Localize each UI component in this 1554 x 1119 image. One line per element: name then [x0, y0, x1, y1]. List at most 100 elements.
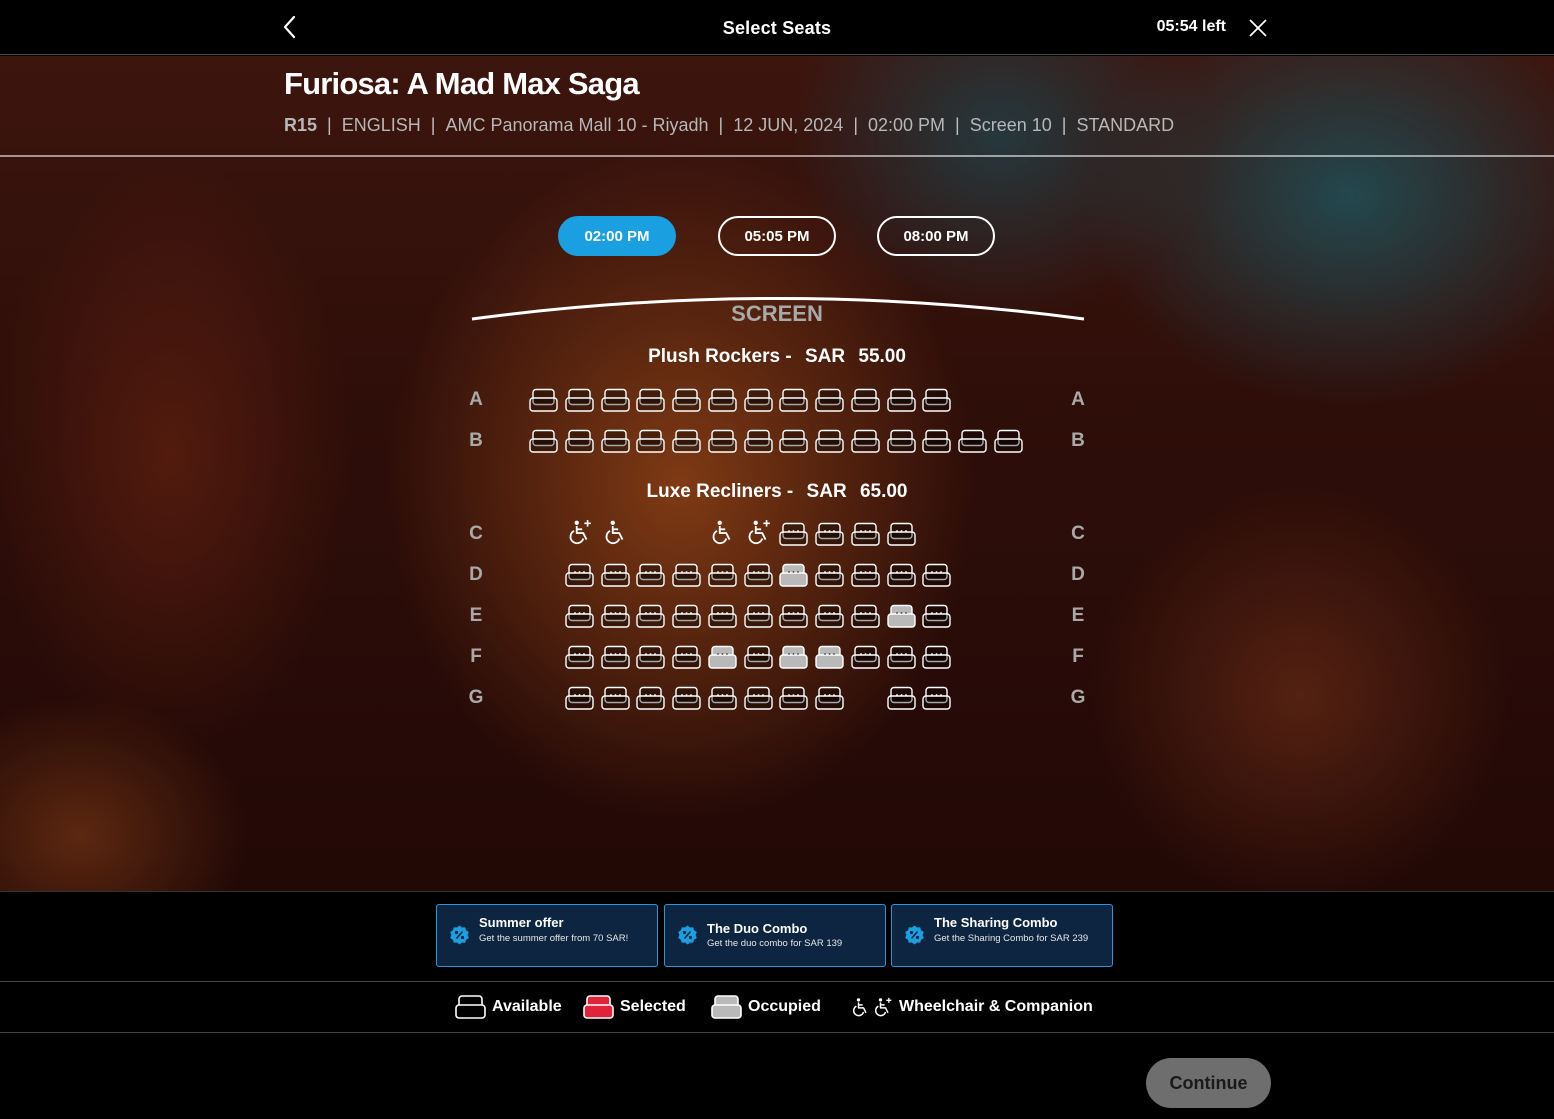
seat-g4-available[interactable]: [672, 686, 701, 711]
seat-a10-available[interactable]: [851, 388, 880, 413]
session-timer: 05:54 left: [1156, 18, 1226, 35]
seat-f1-available[interactable]: [565, 645, 594, 670]
seat-d6-available[interactable]: [743, 563, 773, 588]
seat-a9-available[interactable]: [815, 388, 844, 413]
seat-d1-available[interactable]: [565, 563, 594, 588]
seat-g2-available[interactable]: [600, 686, 630, 711]
seat-c7-available[interactable]: [851, 522, 880, 547]
seat-a1-available[interactable]: [529, 388, 558, 413]
showtime-button-0800pm[interactable]: 08:00 PM: [877, 216, 995, 256]
seat-b7-available[interactable]: [743, 429, 773, 454]
seat-d3-available[interactable]: [636, 563, 665, 588]
seat-e11-available[interactable]: [922, 604, 951, 629]
seat-a7-available[interactable]: [743, 388, 773, 413]
seat-a2-available[interactable]: [565, 388, 594, 413]
seat-b12-available[interactable]: [922, 429, 951, 454]
seat-b4-available[interactable]: [636, 429, 665, 454]
seat-e5-available[interactable]: [708, 604, 737, 629]
seat-d8-available[interactable]: [815, 563, 844, 588]
seat-e8-available[interactable]: [815, 604, 844, 629]
continue-button[interactable]: Continue: [1146, 1058, 1271, 1108]
showtime-button-0505pm[interactable]: 05:05 PM: [718, 216, 836, 256]
cinema-name: AMC Panorama Mall 10 - Riyadh: [445, 115, 709, 135]
seat-d9-available[interactable]: [851, 563, 880, 588]
row-label-g-left: G: [468, 687, 484, 708]
seat-e7-available[interactable]: [779, 604, 808, 629]
seat-f11-available[interactable]: [922, 645, 951, 670]
seat-b1-available[interactable]: [529, 429, 558, 454]
page-title: Select Seats: [722, 18, 832, 38]
seat-f4-available[interactable]: [672, 645, 701, 670]
seat-e6-available[interactable]: [743, 604, 773, 629]
seat-b3-available[interactable]: [600, 429, 630, 454]
seat-b5-available[interactable]: [672, 429, 701, 454]
seat-e3-available[interactable]: [636, 604, 665, 629]
seat-f3-available[interactable]: [636, 645, 665, 670]
seat-b6-available[interactable]: [708, 429, 737, 454]
companion-seat-c1[interactable]: [567, 519, 593, 545]
seat-a5-available[interactable]: [672, 388, 701, 413]
seat-d5-available[interactable]: [708, 563, 737, 588]
seat-g8-available[interactable]: [815, 686, 844, 711]
seat-d4-available[interactable]: [672, 563, 701, 588]
seat-b8-available[interactable]: [779, 429, 808, 454]
seat-e9-available[interactable]: [851, 604, 880, 629]
legend-available: Available: [455, 994, 562, 1020]
seat-g1-available[interactable]: [565, 686, 594, 711]
seat-icon: [672, 686, 701, 710]
seat-f10-available[interactable]: [886, 645, 916, 670]
seat-d10-available[interactable]: [886, 563, 916, 588]
showtime-button-0200pm[interactable]: 02:00 PM: [558, 216, 676, 256]
seat-b11-available[interactable]: [886, 429, 916, 454]
seat-a4-available[interactable]: [636, 388, 665, 413]
seat-f9-available[interactable]: [851, 645, 880, 670]
seat-g3-available[interactable]: [636, 686, 665, 711]
offer-card-summer[interactable]: Summer offer Get the summer offer from 7…: [436, 904, 658, 967]
section-currency: SAR: [806, 481, 847, 502]
seat-c8-available[interactable]: [886, 522, 916, 547]
seat-g7-available[interactable]: [779, 686, 808, 711]
seat-icon: [851, 522, 880, 546]
seat-b10-available[interactable]: [851, 429, 880, 454]
seat-a6-available[interactable]: [708, 388, 737, 413]
seat-g9-available[interactable]: [886, 686, 916, 711]
companion-icon: [569, 520, 591, 545]
seat-a3-available[interactable]: [600, 388, 630, 413]
seat-icon: [779, 563, 808, 587]
seat-e1-available[interactable]: [565, 604, 594, 629]
offers-bar: Summer offer Get the summer offer from 7…: [0, 891, 1554, 975]
seat-f6-available[interactable]: [743, 645, 773, 670]
experience-format: STANDARD: [1076, 115, 1175, 135]
legend-wheelchair-label: Wheelchair & Companion: [899, 998, 1093, 1015]
seat-d11-available[interactable]: [922, 563, 951, 588]
seat-icon: [779, 686, 808, 710]
seat-c6-available[interactable]: [815, 522, 844, 547]
seat-f2-available[interactable]: [600, 645, 630, 670]
seat-a8-available[interactable]: [779, 388, 808, 413]
seat-b2-available[interactable]: [565, 429, 594, 454]
seat-b14-available[interactable]: [994, 429, 1023, 454]
seat-d2-available[interactable]: [600, 563, 630, 588]
seat-g5-available[interactable]: [708, 686, 737, 711]
seat-d7-occupied: [779, 563, 808, 588]
wheelchair-seat-c3[interactable]: [710, 519, 736, 545]
companion-seat-c4[interactable]: [746, 519, 772, 545]
seat-b13-available[interactable]: [958, 429, 987, 454]
seat-e2-available[interactable]: [600, 604, 630, 629]
legend-available-label: Available: [492, 998, 562, 1015]
offer-card-duo-combo[interactable]: The Duo Combo Get the duo combo for SAR …: [664, 904, 886, 967]
seat-b9-available[interactable]: [815, 429, 844, 454]
seat-e4-available[interactable]: [672, 604, 701, 629]
legend-selected: Selected: [583, 994, 686, 1020]
seat-g10-available[interactable]: [922, 686, 951, 711]
legend-occupied-label: Occupied: [748, 998, 821, 1015]
seat-g6-available[interactable]: [743, 686, 773, 711]
seat-a12-available[interactable]: [922, 388, 951, 413]
wheelchair-seat-c2[interactable]: [603, 519, 629, 545]
seat-c5-available[interactable]: [779, 522, 808, 547]
close-button[interactable]: [1246, 16, 1270, 40]
offer-card-sharing-combo[interactable]: The Sharing Combo Get the Sharing Combo …: [891, 904, 1113, 967]
seat-icon: [815, 686, 844, 710]
seat-a11-available[interactable]: [886, 388, 916, 413]
seat-icon: [922, 686, 951, 710]
